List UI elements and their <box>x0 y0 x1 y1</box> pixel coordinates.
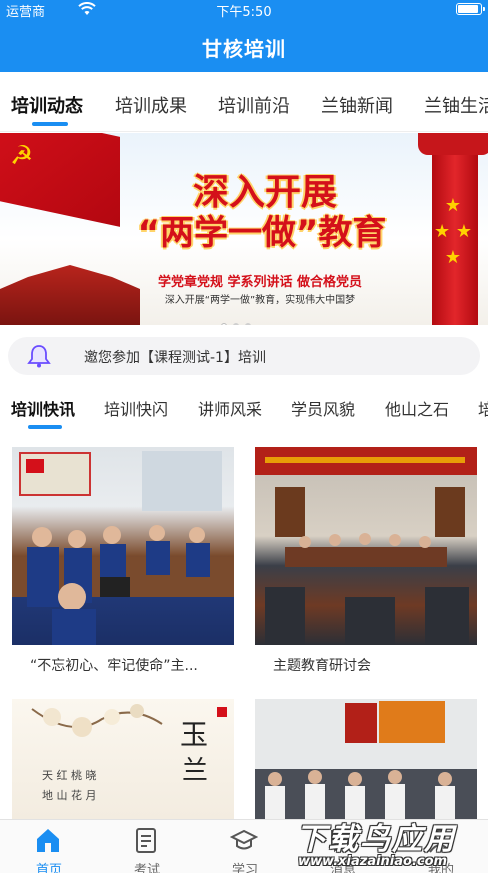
subtab-training-flashmob[interactable]: 培训快闪 <box>104 396 168 420</box>
card-image-meeting-2[interactable] <box>255 699 477 819</box>
exam-icon <box>136 828 156 853</box>
watermark: 下载鸟应用 www.xiazainiao.com <box>290 812 488 873</box>
banner-carousel[interactable]: ☭ ★ ★ ★ ★ 深入开展 “两学一做”教育 学党章党规 学系列讲话 做合格党员 … <box>0 133 488 325</box>
card-title[interactable]: 主题教育研讨会 <box>273 655 463 675</box>
tiananmen-image <box>0 265 140 325</box>
card-image-seminar[interactable] <box>255 447 477 645</box>
svg-text:玉: 玉 <box>180 718 208 751</box>
watermark-url: www.xiazainiao.com <box>298 854 448 869</box>
tab-label: 学习 <box>231 863 258 873</box>
subtab-more[interactable]: 培训 <box>478 396 488 420</box>
status-bar: 运营商 下午5:50 <box>0 0 488 20</box>
graduation-cap-icon <box>230 829 258 850</box>
svg-text:兰: 兰 <box>182 756 208 786</box>
watermark-brand: 下载鸟应用 <box>296 822 456 857</box>
battery-icon <box>456 3 485 15</box>
card-image-meeting[interactable] <box>12 447 234 645</box>
sub-tabs: 培训快讯 培训快闪 讲师风采 学员风貌 他山之石 培训 <box>0 383 488 435</box>
tab-training-results[interactable]: 培训成果 <box>115 92 187 118</box>
tab-company-news[interactable]: 兰铀新闻 <box>321 92 393 118</box>
stars-decoration: ★ ★ ★ ★ <box>434 195 472 268</box>
notice-bar[interactable]: 邀您参加【课程测试-1】培训 <box>8 337 480 375</box>
active-subtab-indicator <box>28 425 62 429</box>
card-title[interactable]: “不忘初心、牢记使命”主... <box>30 655 220 675</box>
notice-text: 邀您参加【课程测试-1】培训 <box>84 350 266 366</box>
tab-training-frontier[interactable]: 培训前沿 <box>218 92 290 118</box>
party-emblem-icon: ☭ <box>10 141 34 171</box>
pager-dot[interactable] <box>245 323 251 325</box>
banner-headline-2: “两学一做”教育 <box>137 213 387 253</box>
tab-label: 首页 <box>35 863 62 873</box>
pager-dot[interactable] <box>233 323 239 325</box>
nav-bar: 甘核培训 <box>0 20 488 72</box>
svg-text:天 红 桃 晓: 天 红 桃 晓 <box>42 768 97 782</box>
banner-subline: 深入开展“两学一做”教育，实现伟大中国梦 <box>164 295 356 306</box>
home-icon <box>37 829 59 852</box>
carousel-pager[interactable] <box>218 314 254 325</box>
subtab-other-experience[interactable]: 他山之石 <box>385 396 449 420</box>
pager-dot[interactable] <box>221 323 227 325</box>
banner-slogan: 学党章党规 学系列讲话 做合格党员 <box>157 275 363 290</box>
tab-training-news[interactable]: 培训动态 <box>11 92 83 118</box>
active-tab-indicator <box>32 122 68 126</box>
tab-home[interactable]: 首页 <box>0 820 98 873</box>
tab-label: 考试 <box>133 863 160 873</box>
subtab-instructors[interactable]: 讲师风采 <box>198 396 262 420</box>
top-tabs: 培训动态 培训成果 培训前沿 兰铀新闻 兰铀生活 <box>0 72 488 132</box>
bell-icon <box>27 345 51 368</box>
tab-exam[interactable]: 考试 <box>98 820 196 873</box>
card-image-painting[interactable]: 玉 兰 天 红 桃 晓 地 山 花 月 <box>12 699 234 819</box>
tab-company-life[interactable]: 兰铀生活 <box>424 92 488 118</box>
svg-text:地 山 花 月: 地 山 花 月 <box>42 789 97 802</box>
subtab-trainees[interactable]: 学员风貌 <box>291 396 355 420</box>
tab-study[interactable]: 学习 <box>196 820 294 873</box>
page-title: 甘核培训 <box>202 37 286 61</box>
subtab-training-flash[interactable]: 培训快讯 <box>11 396 75 420</box>
clock: 下午5:50 <box>216 5 272 20</box>
